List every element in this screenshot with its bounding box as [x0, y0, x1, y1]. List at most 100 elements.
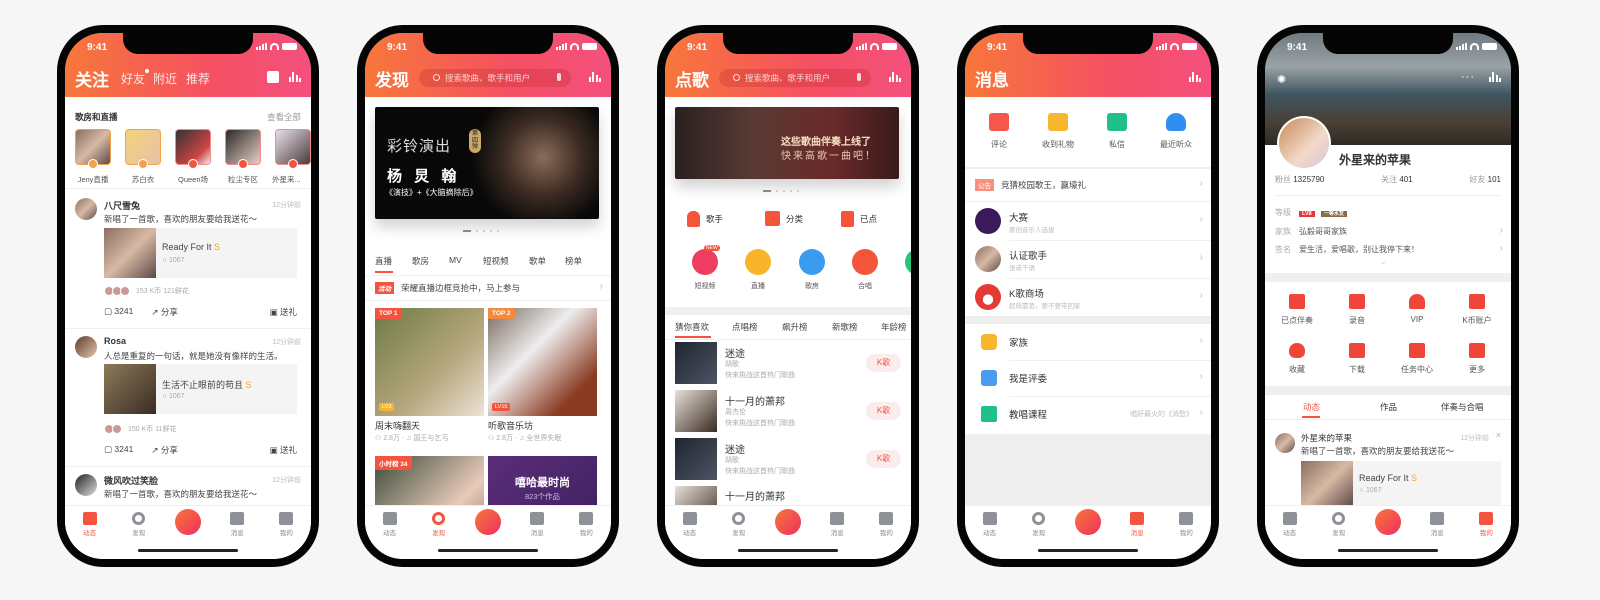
- download-icon[interactable]: [1349, 343, 1365, 358]
- equalizer-icon[interactable]: [1488, 72, 1501, 82]
- notice-row[interactable]: 公告 竞猜校园歌王，赢壕礼 ›: [965, 169, 1211, 201]
- room-avatar[interactable]: [175, 129, 211, 169]
- tab-item[interactable]: 动态: [965, 512, 1014, 559]
- avatar[interactable]: [75, 336, 97, 358]
- avatar[interactable]: [1275, 433, 1295, 453]
- more-grid-icon[interactable]: [1469, 343, 1485, 358]
- see-all-link[interactable]: 查看全部: [267, 111, 301, 123]
- post-author[interactable]: 微风吹过笑脸: [104, 474, 158, 487]
- ktv-room-icon[interactable]: [799, 249, 825, 275]
- live-card[interactable]: TOP 1 LV3: [375, 308, 484, 416]
- banner-carousel[interactable]: 这些歌曲伴奏上线了 快来高歌一曲吧！: [675, 107, 899, 179]
- following-stat[interactable]: 关注 401: [1381, 174, 1413, 185]
- post-author[interactable]: 八尺雪兔: [104, 199, 140, 212]
- avatar[interactable]: [75, 474, 97, 496]
- friends-stat[interactable]: 好友 101: [1469, 174, 1501, 185]
- tab-item[interactable]: 我的: [1462, 512, 1511, 559]
- comment-icon[interactable]: [989, 113, 1009, 131]
- microphone-icon[interactable]: [557, 73, 561, 81]
- tab-item[interactable]: 动态: [65, 512, 114, 559]
- search-input[interactable]: 搜索歌曲、歌手和用户: [419, 69, 571, 87]
- singer-button[interactable]: 歌手: [687, 211, 723, 227]
- message-row[interactable]: K歌商场 超萌靠垫，要不要带回家 ›: [965, 278, 1211, 316]
- tab-works[interactable]: 作品: [1380, 401, 1397, 413]
- settings-icon[interactable]: ✺: [1277, 73, 1286, 86]
- tab-item[interactable]: 我的: [562, 512, 611, 559]
- sing-button[interactable]: K歌: [866, 354, 901, 372]
- song-card[interactable]: Ready For It S ∩ 1067: [1301, 461, 1501, 507]
- tab-accompaniment-duet[interactable]: 伴奏与合唱: [1441, 401, 1484, 413]
- comment-button[interactable]: ▢ 3241: [104, 306, 133, 318]
- family-row[interactable]: 家族 ›: [965, 324, 1211, 360]
- avatar[interactable]: [75, 198, 97, 220]
- gift-icon[interactable]: [1048, 113, 1068, 131]
- message-row[interactable]: 大赛 原创音乐人选拔 ›: [965, 202, 1211, 240]
- private-message-icon[interactable]: [1107, 113, 1127, 131]
- share-button[interactable]: ↗ 分享: [151, 444, 178, 456]
- wallet-icon[interactable]: [1469, 294, 1485, 309]
- tab-short-video[interactable]: 短视频: [483, 255, 509, 267]
- vip-diamond-icon[interactable]: [1409, 294, 1425, 309]
- tab-age-chart[interactable]: 年龄榜: [881, 321, 907, 333]
- record-icon[interactable]: [1349, 294, 1365, 309]
- carousel-dots[interactable]: [463, 230, 499, 232]
- tab-live[interactable]: 直播: [375, 255, 392, 267]
- checkin-calendar-icon[interactable]: [267, 71, 279, 83]
- tab-nearby[interactable]: 附近: [153, 70, 177, 87]
- share-button[interactable]: ↗ 分享: [151, 306, 178, 318]
- song-card[interactable]: Ready For It S ∩ 1067: [104, 228, 297, 278]
- carousel-dots[interactable]: [763, 190, 799, 192]
- fans-stat[interactable]: 粉丝 1325790: [1275, 174, 1324, 185]
- activity-banner[interactable]: 活动 荣耀直播边框竞抢中，马上参与 ›: [365, 276, 611, 300]
- tab-guess-you-like[interactable]: 猜你喜欢: [675, 321, 709, 333]
- banner-carousel[interactable]: 彩铃演出 第四弹 杨 炅 翰 《演技》+《大脑摘除后》: [375, 107, 599, 219]
- avatar[interactable]: [1277, 116, 1331, 170]
- tab-item[interactable]: 动态: [665, 512, 714, 559]
- gift-button[interactable]: ▣ 送礼: [270, 444, 297, 456]
- expand-chevron-icon[interactable]: ⌄: [1380, 257, 1387, 266]
- category-button[interactable]: 分类: [765, 211, 803, 226]
- more-category-icon[interactable]: [905, 249, 911, 275]
- room-avatar[interactable]: [225, 129, 261, 169]
- post-author[interactable]: Rosa: [104, 336, 126, 346]
- song-row[interactable]: 十一月的萧邦 周杰伦 快来挑战这首热门歌曲 K歌: [665, 390, 911, 436]
- level-row[interactable]: 等级 LV8 一等水友: [1275, 207, 1347, 218]
- close-icon[interactable]: ×: [1496, 430, 1501, 440]
- song-card[interactable]: 生活不止眼前的苟且 S ∩ 1067: [104, 364, 297, 414]
- tab-request-chart[interactable]: 点唱榜: [732, 321, 758, 333]
- post-author[interactable]: 外星来的苹果: [1301, 432, 1352, 444]
- family-row[interactable]: 家族 弘毅哥哥家族: [1275, 226, 1347, 237]
- gift-button[interactable]: ▣ 送礼: [270, 306, 297, 318]
- tab-follow[interactable]: 关注: [75, 66, 109, 91]
- sing-button[interactable]: K歌: [866, 450, 901, 468]
- tab-activity[interactable]: 动态: [1303, 401, 1320, 413]
- tab-rising-chart[interactable]: 飙升榜: [782, 321, 808, 333]
- judge-row[interactable]: 我是评委 ›: [965, 360, 1211, 396]
- room-avatar[interactable]: [75, 129, 111, 169]
- sing-button[interactable]: K歌: [866, 402, 901, 420]
- live-icon[interactable]: [745, 249, 771, 275]
- room-avatar[interactable]: [125, 129, 161, 169]
- short-video-icon[interactable]: NEW: [692, 245, 720, 275]
- live-card[interactable]: TOP 2 LV15: [488, 308, 597, 416]
- search-input[interactable]: 搜索歌曲、歌手和用户: [719, 69, 871, 87]
- message-row[interactable]: 认证歌手 张诺千语 ›: [965, 240, 1211, 278]
- room-avatar[interactable]: [275, 129, 311, 169]
- equalizer-icon[interactable]: [1188, 72, 1201, 82]
- tab-charts[interactable]: 榜单: [565, 255, 582, 267]
- equalizer-icon[interactable]: [288, 72, 301, 82]
- tab-item[interactable]: 我的: [1162, 512, 1211, 559]
- song-row[interactable]: 迷途 胡歌 快来挑战这首热门歌曲 K歌: [665, 438, 911, 484]
- tab-item[interactable]: 我的: [862, 512, 911, 559]
- accompaniment-icon[interactable]: [1289, 294, 1305, 309]
- tab-mv[interactable]: MV: [449, 255, 462, 265]
- tab-item[interactable]: 我的: [262, 512, 311, 559]
- microphone-icon[interactable]: [857, 73, 861, 81]
- more-icon[interactable]: ···: [1461, 71, 1475, 83]
- heart-icon[interactable]: [1289, 343, 1305, 358]
- equalizer-icon[interactable]: [588, 72, 601, 82]
- tab-friends[interactable]: 好友: [121, 70, 145, 87]
- task-calendar-icon[interactable]: [1409, 343, 1425, 358]
- comment-button[interactable]: ▢ 3241: [104, 444, 133, 456]
- selected-songs-button[interactable]: 已点: [841, 211, 877, 227]
